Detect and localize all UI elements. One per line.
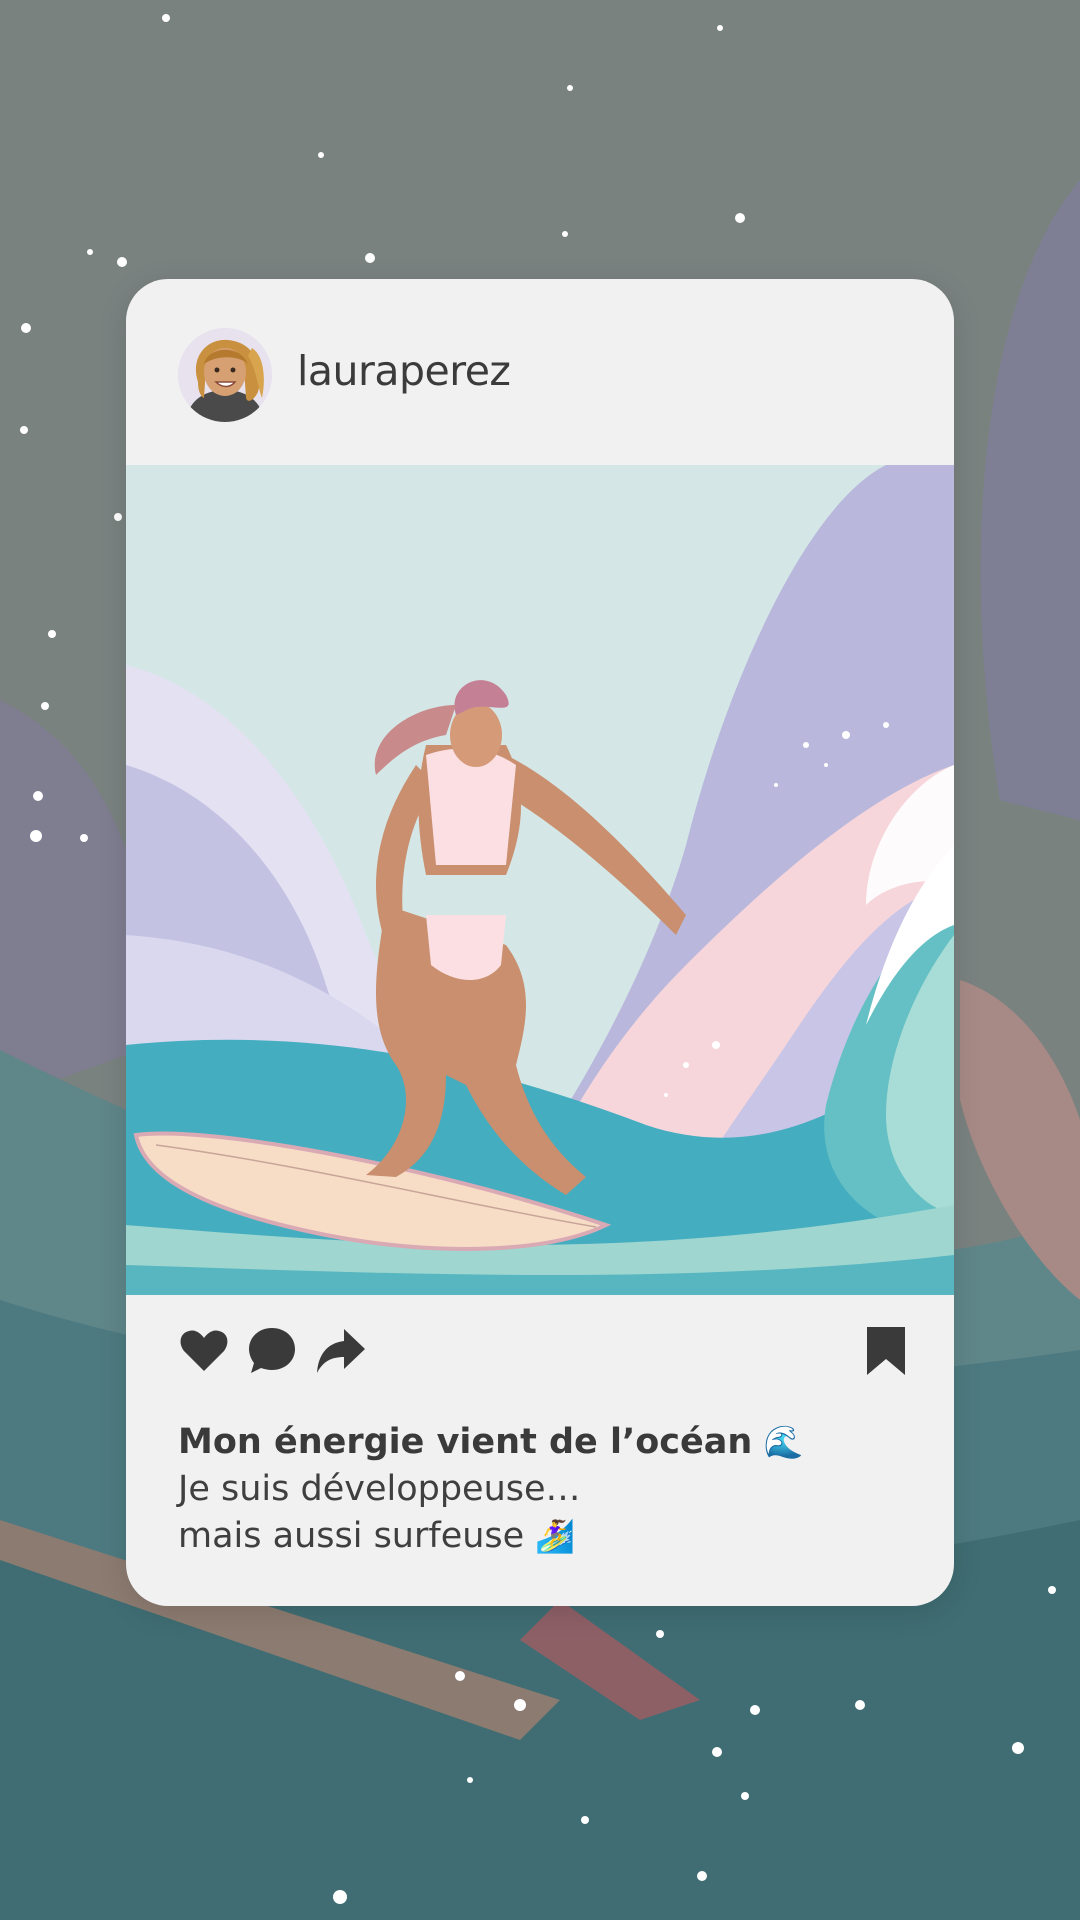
post-card: lauraperez Mon énergie vient de l’océan … (126, 279, 954, 1606)
bookmark-icon[interactable] (860, 1325, 912, 1377)
caption-line-2: mais aussi surfeuse (178, 1516, 525, 1556)
action-bar (126, 1295, 954, 1395)
caption-title: Mon énergie vient de l’océan (178, 1422, 753, 1462)
post-caption: Mon énergie vient de l’océan 🌊 Je suis d… (178, 1419, 918, 1560)
post-header: lauraperez (126, 279, 954, 465)
share-icon[interactable] (314, 1325, 366, 1377)
wave-emoji: 🌊 (763, 1423, 804, 1461)
avatar[interactable] (178, 328, 272, 422)
post-image (126, 465, 954, 1295)
heart-icon[interactable] (178, 1325, 230, 1377)
caption-line-1: Je suis développeuse… (178, 1469, 581, 1509)
comment-icon[interactable] (246, 1325, 298, 1377)
username[interactable]: lauraperez (297, 347, 511, 395)
surfer-emoji: 🏄‍♀️ (535, 1517, 576, 1555)
